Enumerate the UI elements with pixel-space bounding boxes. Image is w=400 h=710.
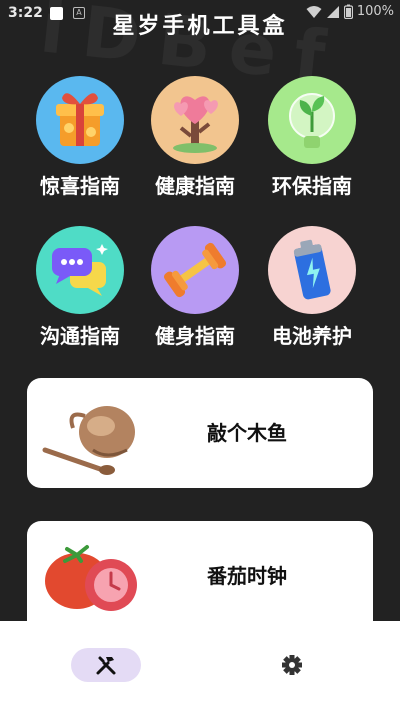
tile-communication-guide[interactable]: 沟通指南 (28, 226, 132, 349)
tile-surprise-guide[interactable]: 惊喜指南 (28, 76, 132, 199)
tomato-clock-icon (45, 545, 137, 611)
chat-bubbles-icon (36, 226, 124, 314)
dumbbell-icon (151, 226, 239, 314)
nav-settings-tab[interactable] (275, 648, 309, 682)
tile-battery-care[interactable]: 电池养护 (260, 226, 364, 349)
gift-box-icon (36, 76, 124, 164)
tile-fitness-guide[interactable]: 健身指南 (143, 226, 247, 349)
app-title: 星岁手机工具盒 (112, 14, 288, 39)
heart-tree-icon (151, 76, 239, 164)
tile-eco-guide[interactable]: 环保指南 (260, 76, 364, 199)
wooden-fish-card[interactable]: 敲个木鱼 (27, 378, 373, 488)
tile-health-guide[interactable]: 健康指南 (143, 76, 247, 199)
card-label: 敲个木鱼 (207, 421, 287, 445)
tile-label: 沟通指南 (40, 324, 120, 348)
tools-icon (96, 656, 116, 675)
leaf-bulb-icon (268, 76, 356, 164)
tile-label: 健康指南 (155, 174, 235, 198)
card-label: 番茄时钟 (207, 564, 287, 588)
gear-icon (282, 655, 302, 675)
wooden-fish-icon (42, 406, 135, 475)
tile-label: 电池养护 (272, 324, 352, 348)
battery-icon (268, 226, 356, 314)
tile-label: 环保指南 (272, 174, 352, 198)
tile-label: 惊喜指南 (40, 174, 120, 198)
nav-tools-tab[interactable] (71, 648, 141, 682)
tile-label: 健身指南 (155, 324, 235, 348)
bottom-navigation (0, 621, 400, 710)
